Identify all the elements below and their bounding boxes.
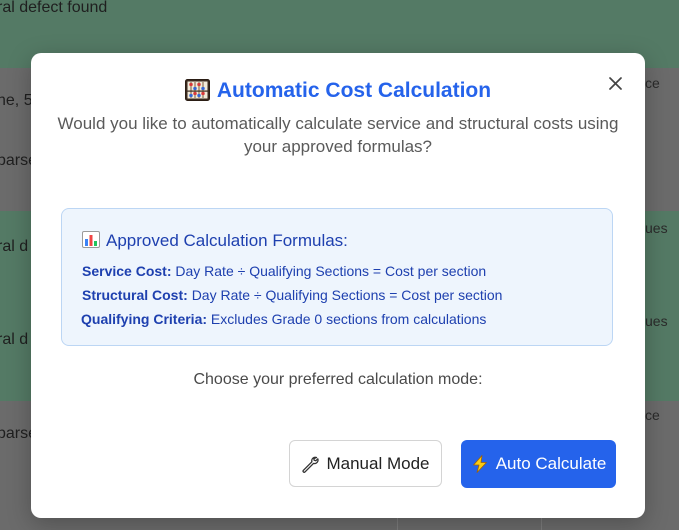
formula-value: Day Rate ÷ Qualifying Sections = Cost pe… bbox=[175, 263, 487, 279]
column-divider bbox=[397, 518, 398, 530]
dialog-title-text: Automatic Cost Calculation bbox=[216, 79, 492, 102]
formulas-heading-text: Approved Calculation Formulas: bbox=[106, 231, 348, 250]
abacus-icon bbox=[184, 79, 210, 101]
formulas-heading: Approved Calculation Formulas: bbox=[82, 231, 348, 251]
background-row-right-text: ce bbox=[645, 407, 660, 423]
lightning-icon bbox=[472, 455, 487, 473]
formula-service-cost: Service Cost: Day Rate ÷ Qualifying Sect… bbox=[82, 263, 486, 279]
background-row-text: ral d bbox=[0, 331, 29, 348]
manual-mode-button[interactable]: Manual Mode bbox=[289, 440, 442, 487]
auto-calculate-label: Auto Calculate bbox=[495, 454, 607, 473]
formula-label: Structural Cost: bbox=[82, 287, 188, 303]
background-row-text: ral d bbox=[0, 238, 29, 255]
formula-structural-cost: Structural Cost: Day Rate ÷ Qualifying S… bbox=[82, 287, 502, 303]
background-row-right-text: ues bbox=[645, 220, 668, 236]
formula-label: Qualifying Criteria: bbox=[81, 311, 208, 327]
formula-value: Day Rate ÷ Qualifying Sections = Cost pe… bbox=[191, 287, 503, 303]
manual-mode-label: Manual Mode bbox=[326, 453, 430, 473]
background-row-text: ral defect found bbox=[0, 0, 108, 16]
bar-chart-icon bbox=[82, 231, 100, 248]
formula-label: Service Cost: bbox=[82, 263, 172, 279]
background-row-right-text: ues bbox=[645, 313, 668, 329]
wrench-icon bbox=[302, 456, 320, 473]
mode-prompt: Choose your preferred calculation mode: bbox=[193, 371, 483, 388]
background-row-right-text: ce bbox=[645, 75, 660, 91]
cost-calculation-dialog: Automatic Cost Calculation Would you lik… bbox=[31, 53, 645, 518]
dialog-subtitle: Would you like to automatically calculat… bbox=[57, 114, 619, 156]
column-divider bbox=[541, 518, 542, 530]
dialog-title: Automatic Cost Calculation bbox=[31, 79, 645, 103]
auto-calculate-button[interactable]: Auto Calculate bbox=[461, 440, 616, 488]
formula-value: Excludes Grade 0 sections from calculati… bbox=[210, 311, 487, 327]
formula-qualifying-criteria: Qualifying Criteria: Excludes Grade 0 se… bbox=[81, 311, 486, 327]
formulas-panel: Approved Calculation Formulas: Service C… bbox=[61, 208, 613, 346]
background-row-text: ne, 5 bbox=[0, 92, 33, 109]
